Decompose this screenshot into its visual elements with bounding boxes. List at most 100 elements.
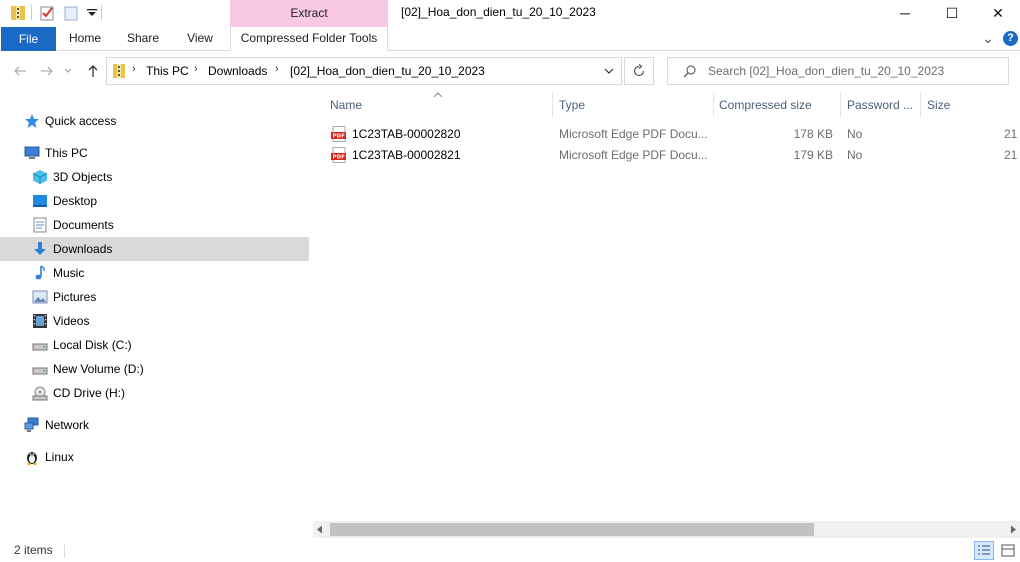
- breadcrumb-separator-icon[interactable]: ›: [132, 63, 136, 75]
- zip-folder-icon[interactable]: [10, 4, 26, 21]
- nav-item-quick-access[interactable]: Quick access: [0, 109, 309, 133]
- new-folder-icon[interactable]: [63, 4, 79, 21]
- breadcrumb-separator-icon[interactable]: ›: [194, 63, 198, 75]
- film-icon: [33, 314, 47, 328]
- tab-compressed-folder-tools[interactable]: Compressed Folder Tools: [230, 27, 388, 51]
- properties-check-icon[interactable]: [39, 4, 55, 21]
- nav-item-downloads[interactable]: Downloads: [0, 237, 309, 261]
- recent-locations-chevron-icon[interactable]: [61, 60, 75, 82]
- nav-item-music[interactable]: Music: [0, 261, 309, 285]
- search-input[interactable]: Search [02]_Hoa_don_dien_tu_20_10_2023: [667, 57, 1009, 85]
- ribbon-tabs: File Home Share View Compressed Folder T…: [0, 27, 1020, 51]
- column-header-type[interactable]: Type: [559, 91, 711, 119]
- column-divider[interactable]: [920, 93, 921, 117]
- column-header-name[interactable]: Name: [330, 91, 550, 119]
- scrollbar-thumb[interactable]: [330, 523, 814, 536]
- tab-share[interactable]: Share: [120, 27, 166, 50]
- file-name: 1C23TAB-00002821: [352, 148, 461, 162]
- tab-file[interactable]: File: [1, 27, 56, 51]
- title-bar: Extract [02]_Hoa_don_dien_tu_20_10_2023 …: [0, 0, 1020, 27]
- breadcrumb-current-folder[interactable]: [02]_Hoa_don_dien_tu_20_10_2023: [290, 64, 485, 78]
- column-header-compressed-size[interactable]: Compressed size: [719, 91, 839, 119]
- nav-item-desktop[interactable]: Desktop: [0, 189, 309, 213]
- computer-icon: [24, 146, 40, 159]
- search-icon: [683, 65, 696, 78]
- network-icon: [24, 417, 39, 432]
- drive-icon: [32, 343, 48, 351]
- nav-item-local-disk-c[interactable]: Local Disk (C:): [0, 333, 309, 357]
- column-divider[interactable]: [840, 93, 841, 117]
- breadcrumb-downloads[interactable]: Downloads: [208, 64, 267, 78]
- maximize-button[interactable]: ☐: [929, 0, 975, 26]
- minimize-button[interactable]: ─: [882, 0, 928, 26]
- item-count: 2 items: [14, 543, 53, 557]
- cd-drive-icon: [32, 386, 48, 401]
- file-list: Name Type Compressed size Password ... S…: [318, 91, 1020, 522]
- help-icon[interactable]: ?: [1003, 31, 1018, 46]
- nav-item-videos[interactable]: Videos: [0, 309, 309, 333]
- cube-icon: [32, 170, 48, 184]
- svg-text:PDF: PDF: [333, 155, 346, 161]
- column-header-size[interactable]: Size: [927, 91, 1007, 119]
- nav-item-3d-objects[interactable]: 3D Objects: [0, 165, 309, 189]
- tab-home[interactable]: Home: [62, 27, 108, 50]
- nav-item-pictures[interactable]: Pictures: [0, 285, 309, 309]
- search-placeholder: Search [02]_Hoa_don_dien_tu_20_10_2023: [708, 64, 945, 78]
- nav-label: Pictures: [53, 290, 97, 304]
- large-icons-view-icon: [1001, 544, 1015, 557]
- nav-label: Quick access: [45, 114, 117, 128]
- details-view-button[interactable]: [974, 541, 994, 560]
- nav-label: This PC: [45, 146, 88, 160]
- navigation-pane: Quick access This PC 3D Objects Desktop …: [0, 91, 310, 540]
- nav-label: Network: [45, 418, 90, 432]
- breadcrumb-this-pc[interactable]: This PC: [146, 64, 189, 78]
- nav-item-linux[interactable]: Linux: [0, 445, 309, 469]
- nav-item-this-pc[interactable]: This PC: [0, 141, 309, 165]
- nav-label: Downloads: [53, 242, 113, 256]
- nav-item-network[interactable]: Network: [0, 413, 309, 437]
- desktop-icon: [33, 195, 47, 207]
- pdf-icon: PDF: [331, 147, 346, 163]
- documents-icon: [33, 217, 47, 233]
- download-arrow-icon: [34, 242, 46, 255]
- window-title: [02]_Hoa_don_dien_tu_20_10_2023: [401, 5, 596, 19]
- nav-item-documents[interactable]: Documents: [0, 213, 309, 237]
- nav-item-cd-drive-h[interactable]: CD Drive (H:): [0, 381, 309, 405]
- forward-arrow-icon[interactable]: [37, 60, 57, 82]
- nav-label: Music: [53, 266, 85, 280]
- table-row[interactable]: PDF 1C23TAB-00002821 Microsoft Edge PDF …: [318, 145, 1020, 166]
- chevron-down-icon[interactable]: [604, 68, 614, 75]
- svg-text:PDF: PDF: [333, 134, 346, 140]
- zip-folder-icon: [113, 64, 125, 78]
- customize-toolbar-icon[interactable]: [84, 4, 100, 21]
- back-arrow-icon[interactable]: [10, 60, 30, 82]
- chevron-down-icon[interactable]: ⌄: [978, 27, 998, 50]
- toolbar-divider: [31, 5, 32, 20]
- address-bar[interactable]: › This PC › Downloads › [02]_Hoa_don_die…: [106, 57, 622, 85]
- scroll-right-icon[interactable]: [1009, 525, 1017, 534]
- nav-label: Documents: [53, 218, 114, 232]
- column-divider[interactable]: [713, 93, 714, 117]
- file-compressed-size: 179 KB: [793, 148, 833, 162]
- breadcrumb-separator-icon[interactable]: ›: [275, 63, 279, 75]
- file-size: 21: [1004, 148, 1018, 162]
- column-header-password[interactable]: Password ...: [847, 91, 917, 119]
- refresh-icon[interactable]: [624, 57, 654, 85]
- file-type: Microsoft Edge PDF Docu...: [559, 148, 708, 162]
- file-size: 21: [1004, 127, 1018, 141]
- extract-context-group: Extract: [230, 0, 388, 27]
- column-divider[interactable]: [552, 93, 553, 117]
- penguin-icon: [27, 452, 37, 465]
- tab-view[interactable]: View: [178, 27, 222, 50]
- table-row[interactable]: PDF 1C23TAB-00002820 Microsoft Edge PDF …: [318, 124, 1020, 145]
- nav-label: Desktop: [53, 194, 98, 208]
- nav-label: CD Drive (H:): [53, 386, 125, 400]
- large-icons-view-button[interactable]: [998, 541, 1018, 560]
- nav-label: 3D Objects: [53, 170, 113, 184]
- close-button[interactable]: ✕: [975, 0, 1020, 26]
- up-arrow-icon[interactable]: [83, 60, 103, 82]
- nav-item-new-volume-d[interactable]: New Volume (D:): [0, 357, 309, 381]
- nav-label: Local Disk (C:): [53, 338, 132, 352]
- nav-label: New Volume (D:): [53, 362, 144, 376]
- scroll-left-icon[interactable]: [316, 525, 324, 534]
